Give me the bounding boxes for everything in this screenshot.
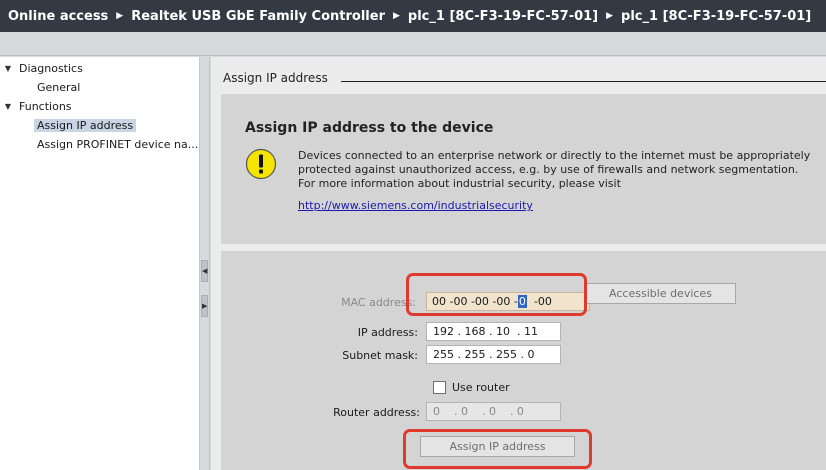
security-warning-text: Devices connected to an enterprise netwo… bbox=[298, 149, 811, 190]
tree-item-assign-ip[interactable]: Assign IP address bbox=[0, 116, 200, 134]
accessible-devices-button[interactable]: Accessible devices bbox=[585, 283, 736, 304]
pane-splitter[interactable]: ◀ ▶ bbox=[200, 57, 210, 470]
breadcrumb-plc-2[interactable]: plc_1 [8C-F3-19-FC-57-01] bbox=[621, 9, 811, 24]
tree-item-general[interactable]: General bbox=[0, 78, 200, 96]
toolbar bbox=[0, 32, 826, 56]
breadcrumb-plc-1[interactable]: plc_1 [8C-F3-19-FC-57-01] bbox=[408, 9, 598, 24]
ip-address-field[interactable]: 192 . 168 . 10 . 11 bbox=[426, 322, 561, 341]
warning-icon bbox=[245, 148, 277, 180]
chevron-right-icon: ▶ bbox=[393, 11, 400, 21]
expand-triangle-icon[interactable]: ▼ bbox=[0, 102, 16, 111]
panel-title: Assign IP address to the device bbox=[245, 120, 494, 136]
expand-right-icon[interactable]: ▶ bbox=[201, 295, 208, 317]
tree-item-label: General bbox=[37, 80, 81, 94]
tree-item-label: Assign IP address bbox=[34, 118, 137, 132]
section-divider bbox=[341, 81, 826, 82]
section-header: Assign IP address bbox=[223, 71, 328, 85]
tree-item-functions[interactable]: ▼ Functions bbox=[0, 97, 200, 115]
security-info-panel: Assign IP address to the device Devices … bbox=[221, 94, 826, 244]
navigation-tree: ▼ Diagnostics General ▼ Functions Assign… bbox=[0, 57, 200, 470]
expand-triangle-icon[interactable]: ▼ bbox=[0, 64, 16, 73]
subnet-mask-label: Subnet mask: bbox=[342, 349, 418, 362]
tree-item-label: Diagnostics bbox=[19, 61, 83, 75]
router-address-label: Router address: bbox=[333, 406, 420, 419]
breadcrumb-online-access[interactable]: Online access bbox=[8, 9, 108, 24]
assign-ip-form: MAC address: 00 -00 -00 -00 -0 -00 Acces… bbox=[221, 251, 826, 470]
router-address-field[interactable]: 0 . 0 . 0 . 0 bbox=[426, 402, 561, 421]
ip-address-label: IP address: bbox=[357, 326, 418, 339]
subnet-mask-field[interactable]: 255 . 255 . 255 . 0 bbox=[426, 345, 561, 364]
use-router-checkbox[interactable] bbox=[433, 381, 446, 394]
collapse-left-icon[interactable]: ◀ bbox=[201, 260, 208, 282]
tree-item-label: Assign PROFINET device na... bbox=[37, 137, 199, 151]
mac-highlight-box bbox=[406, 273, 587, 316]
breadcrumb-adapter[interactable]: Realtek USB GbE Family Controller bbox=[131, 9, 385, 24]
tree-item-assign-profinet[interactable]: Assign PROFINET device na... bbox=[0, 135, 200, 153]
chevron-right-icon: ▶ bbox=[116, 11, 124, 21]
security-link[interactable]: http://www.siemens.com/industrialsecurit… bbox=[298, 199, 533, 212]
assign-button-highlight-box bbox=[403, 429, 592, 469]
chevron-right-icon: ▶ bbox=[606, 11, 614, 21]
window-breadcrumb: Online access ▶ Realtek USB GbE Family C… bbox=[0, 0, 826, 32]
mac-address-label: MAC address: bbox=[341, 296, 416, 309]
tree-item-label: Functions bbox=[19, 99, 72, 113]
content-pane: Assign IP address Assign IP address to t… bbox=[211, 57, 826, 470]
use-router-label: Use router bbox=[452, 381, 510, 394]
tree-item-diagnostics[interactable]: ▼ Diagnostics bbox=[0, 59, 200, 77]
